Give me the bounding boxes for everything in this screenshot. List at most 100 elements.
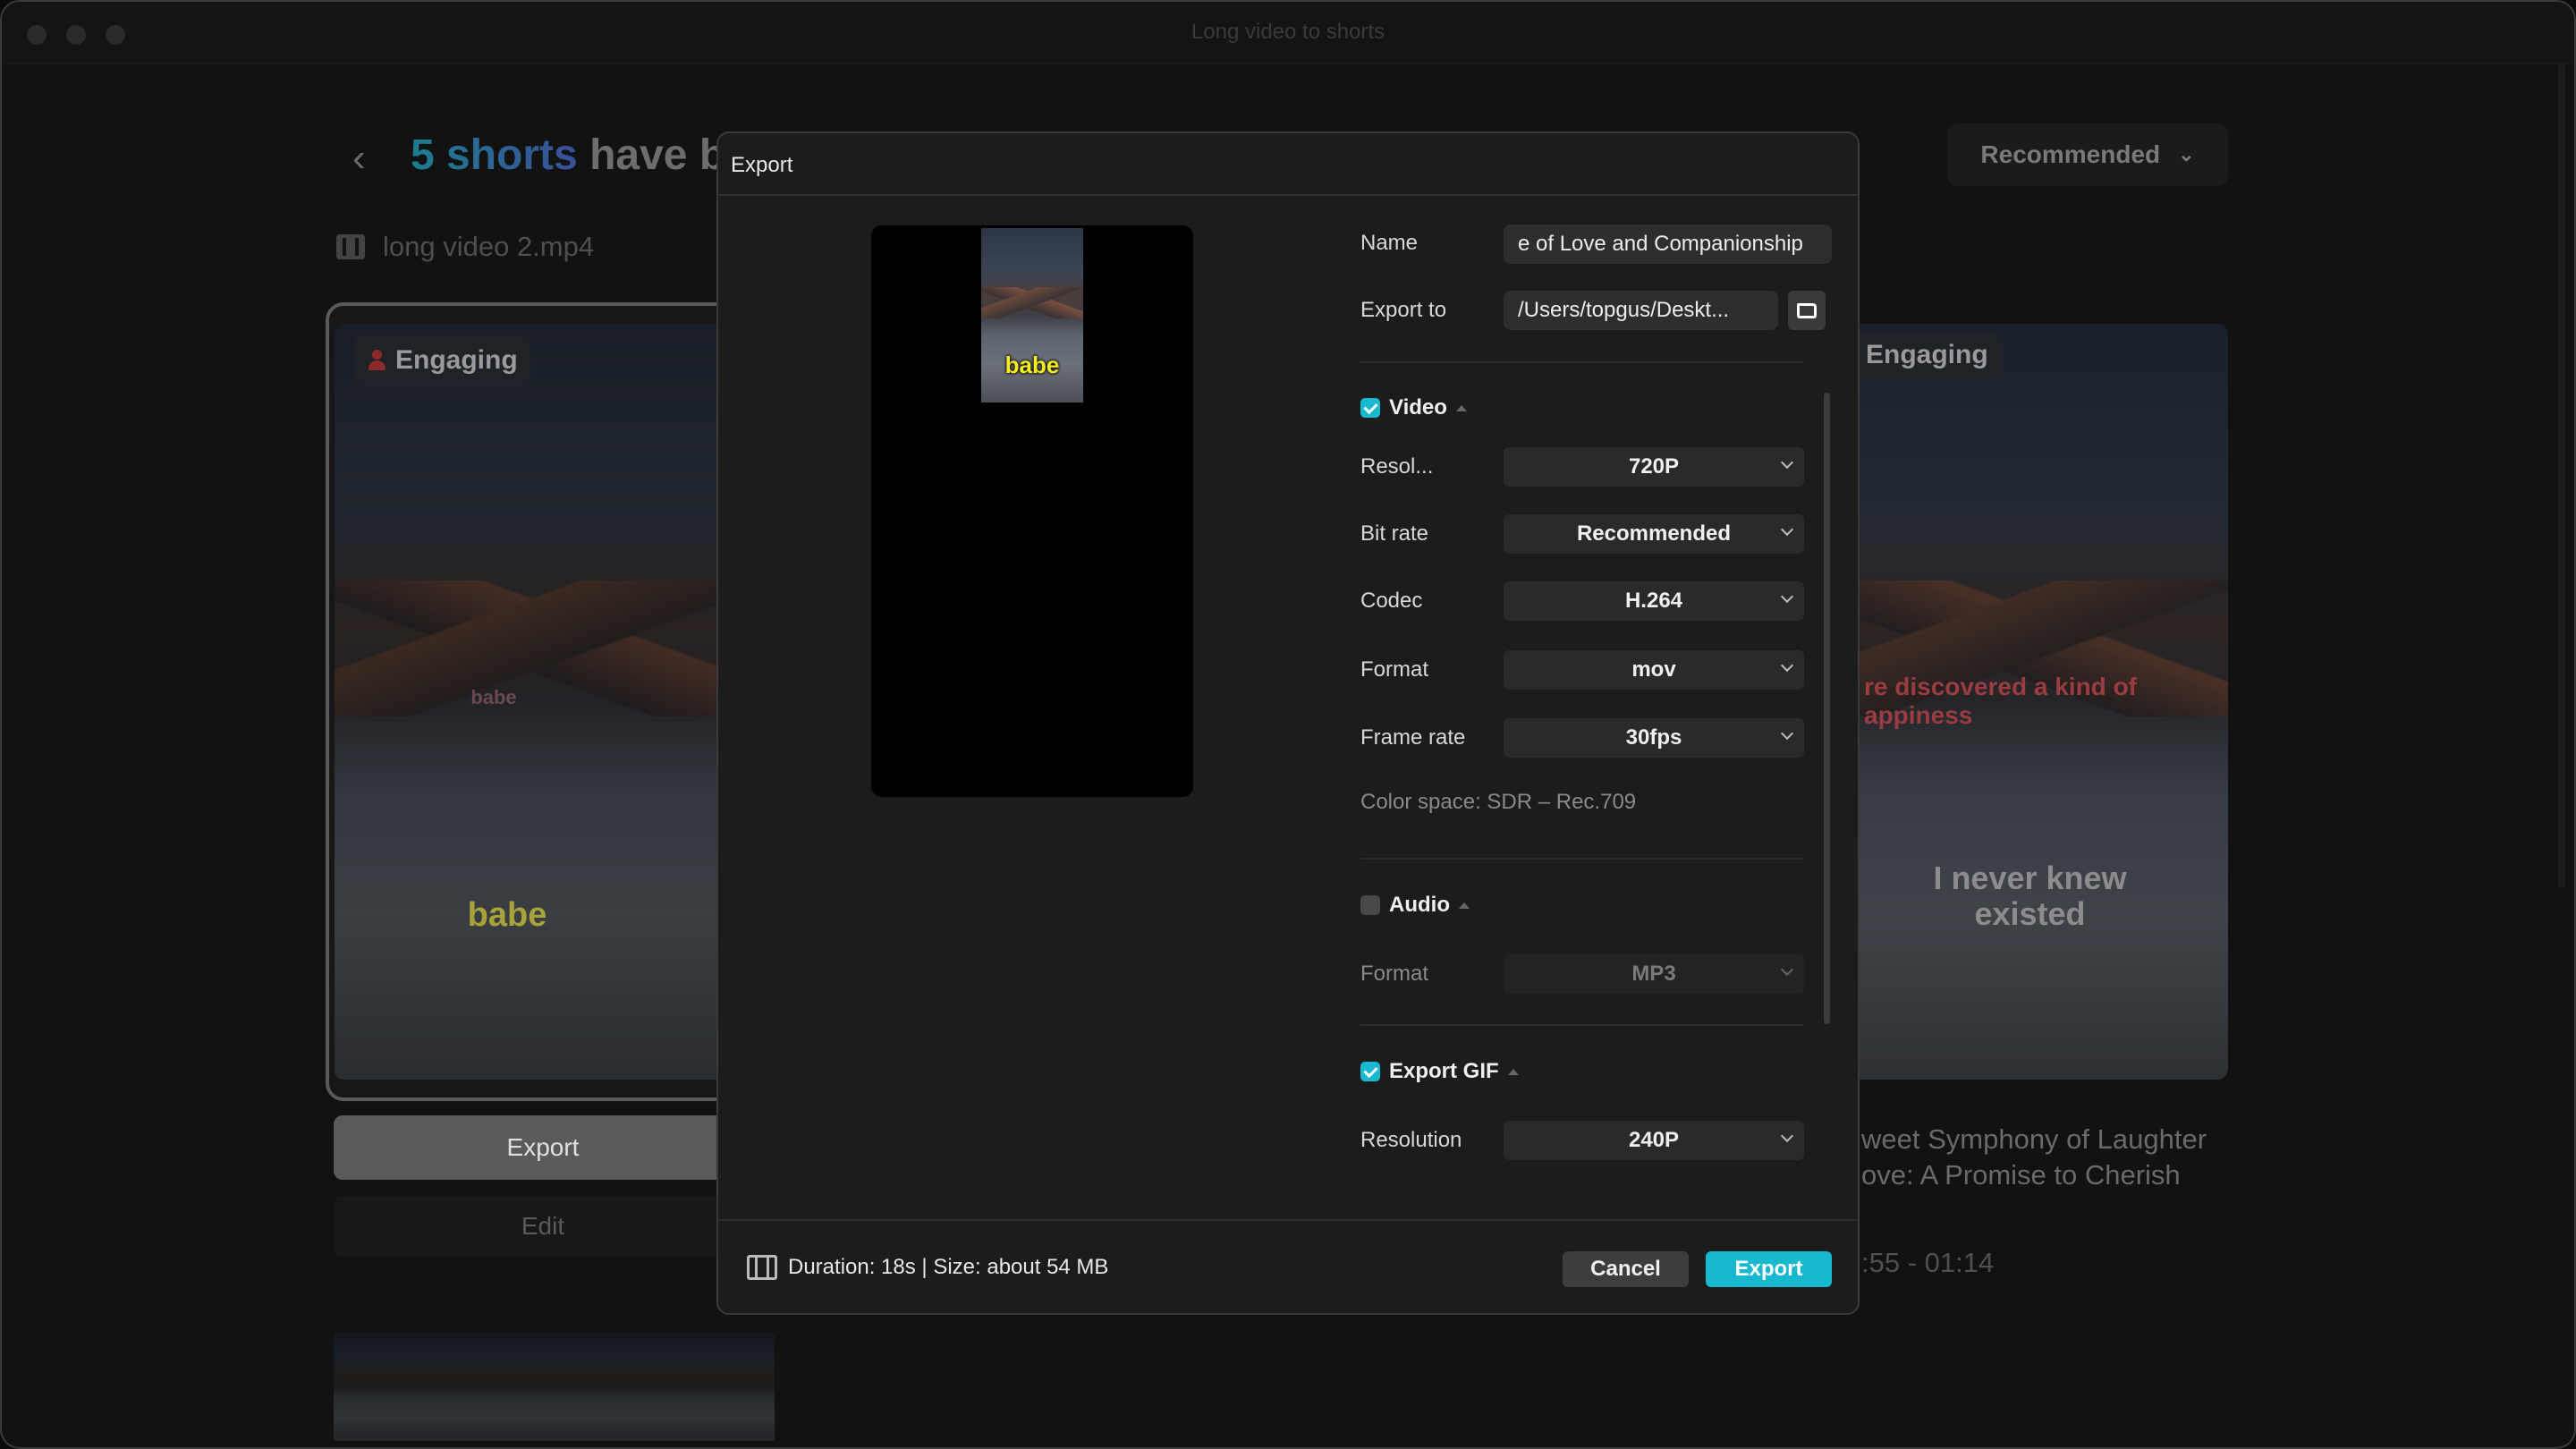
bitrate-label: Bit rate — [1360, 521, 1429, 546]
folder-icon — [1797, 302, 1817, 318]
card-export-button[interactable]: Export — [334, 1115, 781, 1180]
name-label: Name — [1360, 231, 1419, 255]
collapse-arrow-icon[interactable] — [1507, 1068, 1519, 1075]
edit-label: Edit — [521, 1212, 565, 1240]
red-caption-line-1: re discovered a kind of — [1864, 673, 2137, 700]
export-path-input[interactable]: /Users/topgus/Deskt... — [1504, 291, 1778, 330]
title-bar: Long video to shorts — [2, 2, 2574, 64]
short-card-2[interactable]: Engaging re discovered a kind of appiness… — [1818, 324, 2228, 1080]
audio-format-label: Format — [1360, 962, 1429, 986]
short-title-line-2: ove: A Promise to Cherish — [1861, 1159, 2181, 1191]
divider — [1360, 858, 1804, 860]
video-checkbox[interactable] — [1360, 398, 1380, 418]
engaging-badge: Engaging — [354, 336, 530, 385]
divider — [1360, 1024, 1804, 1026]
chevron-down-icon — [1780, 962, 1794, 977]
gif-checkbox[interactable] — [1360, 1062, 1380, 1081]
dialog-title: Export — [731, 153, 793, 177]
export-dialog: Export babe Name e of Love and Companion… — [716, 131, 1860, 1315]
collapse-arrow-icon[interactable] — [1458, 902, 1470, 909]
film-icon — [747, 1255, 777, 1280]
video-label: Video — [1389, 395, 1447, 419]
browse-folder-button[interactable] — [1788, 291, 1826, 330]
gif-section-toggle[interactable]: Export GIF — [1360, 1059, 1519, 1084]
sort-dropdown[interactable]: Recommended ⌄ — [1947, 123, 2228, 186]
gif-resolution-select[interactable]: 240P — [1504, 1121, 1804, 1160]
page-scrollbar[interactable] — [2558, 64, 2565, 887]
footer-divider — [718, 1219, 1858, 1221]
audio-format-value: MP3 — [1631, 962, 1676, 986]
resolution-label: Resol... — [1360, 454, 1434, 479]
bitrate-value: Recommended — [1576, 521, 1732, 546]
person-icon — [367, 350, 386, 371]
audio-format-select[interactable]: MP3 — [1504, 954, 1804, 994]
shorts-count: 5 shorts — [411, 131, 578, 179]
page-title: 5 shorts have b — [411, 131, 725, 180]
audio-section-toggle[interactable]: Audio — [1360, 893, 1470, 918]
export-to-label: Export to — [1360, 298, 1447, 322]
red-caption: re discovered a kind of appiness — [1864, 673, 2137, 730]
color-space-info: Color space: SDR – Rec.709 — [1360, 790, 1637, 814]
caption: I never knew existed — [1832, 860, 2228, 932]
caption-line-2: existed — [1974, 895, 2086, 932]
red-caption-line-2: appiness — [1864, 701, 1973, 729]
short-card-1[interactable]: Engaging babe babe — [326, 302, 773, 1101]
source-file: long video 2.mp4 — [336, 231, 594, 263]
sort-label: Recommended — [1980, 140, 2161, 168]
page-title-rest: have b — [577, 131, 726, 179]
resolution-select[interactable]: 720P — [1504, 447, 1804, 487]
preview-caption: babe — [1004, 352, 1060, 378]
collapse-arrow-icon[interactable] — [1455, 404, 1467, 411]
video-thumbnail: Engaging babe babe — [335, 324, 769, 1080]
chevron-down-icon — [1780, 658, 1794, 673]
resolution-value: 720P — [1628, 454, 1680, 479]
faint-caption: babe — [470, 686, 517, 708]
divider — [1360, 361, 1804, 363]
framerate-select[interactable]: 30fps — [1504, 718, 1804, 758]
window-title: Long video to shorts — [1191, 20, 1385, 44]
codec-select[interactable]: H.264 — [1504, 581, 1804, 621]
engaging-badge: Engaging — [1853, 331, 2001, 379]
dialog-header: Export — [718, 133, 1858, 196]
next-short-thumbnail[interactable] — [334, 1333, 775, 1441]
gif-label: Export GIF — [1389, 1059, 1499, 1083]
audio-checkbox[interactable] — [1360, 895, 1380, 915]
export-info: Duration: 18s | Size: about 54 MB — [747, 1255, 1108, 1280]
settings-scrollbar[interactable] — [1824, 393, 1830, 1024]
gif-resolution-label: Resolution — [1360, 1128, 1462, 1152]
badge-label: Engaging — [395, 345, 518, 375]
format-label: Format — [1360, 657, 1429, 682]
format-value: mov — [1631, 657, 1676, 682]
export-label: Export — [506, 1133, 580, 1161]
codec-value: H.264 — [1624, 589, 1683, 613]
format-select[interactable]: mov — [1504, 650, 1804, 690]
chevron-down-icon — [1780, 1129, 1794, 1143]
chevron-down-icon — [1780, 455, 1794, 470]
caption-line-1: I never knew — [1933, 860, 2127, 896]
preview-thumbnail: babe — [981, 228, 1083, 402]
bitrate-select[interactable]: Recommended — [1504, 514, 1804, 554]
caption: babe — [467, 896, 547, 934]
export-button[interactable]: Export — [1706, 1251, 1832, 1287]
chevron-down-icon: ⌄ — [2178, 143, 2195, 165]
video-section-toggle[interactable]: Video — [1360, 395, 1467, 420]
source-file-name: long video 2.mp4 — [383, 231, 595, 262]
chevron-down-icon — [1780, 726, 1794, 741]
framerate-label: Frame rate — [1360, 725, 1466, 750]
audio-label: Audio — [1389, 893, 1450, 917]
short-title-line-1: weet Symphony of Laughter — [1861, 1123, 2207, 1155]
name-input[interactable]: e of Love and Companionship — [1504, 225, 1832, 264]
duration-size-text: Duration: 18s | Size: about 54 MB — [788, 1255, 1109, 1279]
chevron-down-icon — [1780, 522, 1794, 537]
codec-label: Codec — [1360, 589, 1423, 613]
framerate-value: 30fps — [1625, 725, 1682, 750]
export-preview: babe — [871, 225, 1193, 797]
card-edit-button[interactable]: Edit — [334, 1196, 781, 1257]
badge-label: Engaging — [1866, 340, 1988, 369]
film-icon — [336, 234, 365, 259]
back-chevron-icon[interactable]: ‹ — [352, 136, 366, 181]
time-range: :55 - 01:14 — [1861, 1247, 1995, 1278]
gif-resolution-value: 240P — [1628, 1128, 1680, 1152]
cancel-button[interactable]: Cancel — [1563, 1251, 1689, 1287]
chevron-down-icon — [1780, 589, 1794, 604]
